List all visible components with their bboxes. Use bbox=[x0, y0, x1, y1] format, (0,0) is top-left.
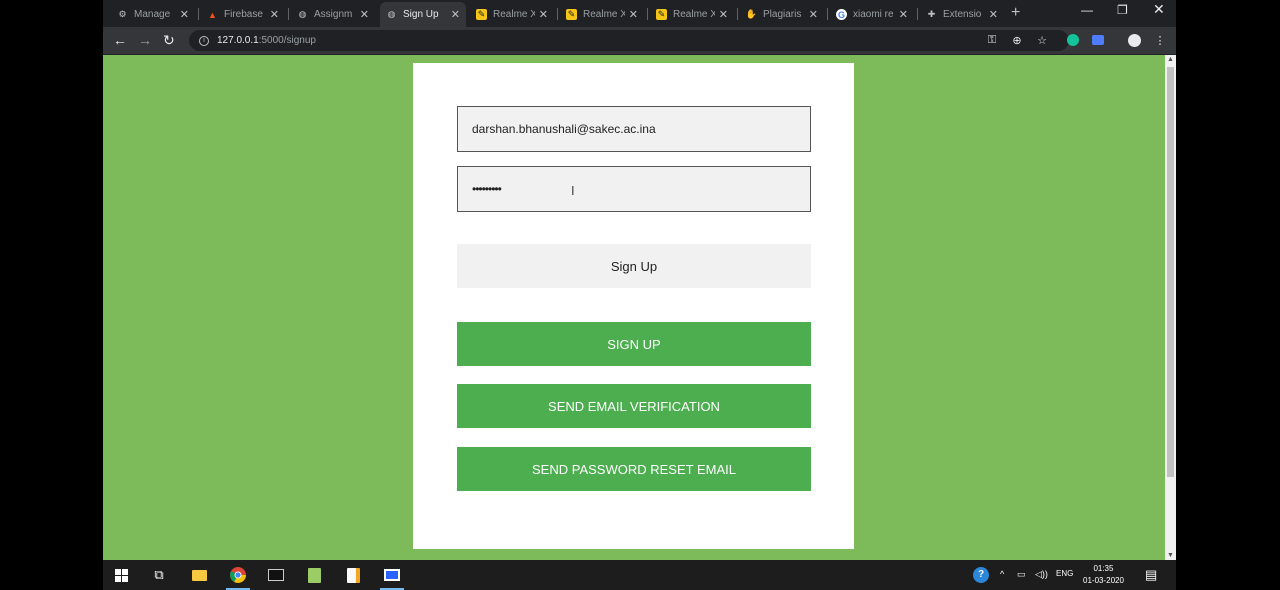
browser-toolbar: ← → ↻ i 127.0.0.1 :5000/signup ⚿ ⊕ ☆ ⋮ bbox=[103, 27, 1176, 54]
tab-divider bbox=[557, 8, 558, 20]
signup-card: I Sign Up SIGN UP SEND EMAIL VERIFICATIO… bbox=[413, 63, 854, 549]
close-icon[interactable]: ✕ bbox=[899, 8, 908, 21]
globe-icon: ◍ bbox=[387, 9, 396, 19]
globe-icon: ◍ bbox=[298, 9, 307, 19]
tab-manage[interactable]: ⚙ Manage ✕ bbox=[111, 2, 195, 27]
browser-window: ⚙ Manage ✕ ▲ Firebase ✕ ◍ Assignm ✕ ◍ Si… bbox=[103, 0, 1176, 590]
tab-label: xiaomi re bbox=[853, 9, 894, 20]
tab-strip: ⚙ Manage ✕ ▲ Firebase ✕ ◍ Assignm ✕ ◍ Si… bbox=[103, 0, 1176, 27]
key-icon[interactable]: ⚿ bbox=[985, 33, 999, 47]
zoom-icon[interactable]: ⊕ bbox=[1010, 33, 1024, 47]
scroll-up-icon[interactable]: ▲ bbox=[1167, 56, 1174, 63]
tab-realme-2[interactable]: ✎ Realme X ✕ bbox=[560, 2, 644, 27]
menu-icon[interactable]: ⋮ bbox=[1153, 33, 1167, 47]
text-cursor-icon: I bbox=[571, 183, 575, 198]
url-path: :5000/signup bbox=[258, 35, 316, 46]
google-icon: G bbox=[836, 9, 847, 20]
tab-label: Manage bbox=[134, 9, 171, 20]
realme-icon: ✎ bbox=[566, 9, 577, 20]
sign-up-button[interactable]: SIGN UP bbox=[457, 322, 811, 366]
file-explorer-icon[interactable] bbox=[183, 564, 215, 586]
taskbar-clock[interactable]: 01:35 01-03-2020 bbox=[1083, 563, 1124, 587]
close-icon[interactable]: ✕ bbox=[451, 8, 460, 21]
tab-label: Realme X bbox=[583, 9, 625, 20]
puzzle-icon: ✚ bbox=[927, 9, 936, 19]
tab-divider bbox=[647, 8, 648, 20]
tab-label: Sign Up bbox=[403, 9, 439, 20]
close-window-icon[interactable]: ✕ bbox=[1153, 1, 1165, 18]
tab-divider bbox=[917, 8, 918, 20]
extension-green-icon[interactable] bbox=[1066, 33, 1080, 47]
tab-sign-up[interactable]: ◍ Sign Up ✕ bbox=[380, 2, 466, 27]
close-icon[interactable]: ✕ bbox=[180, 8, 189, 21]
tab-label: Plagiaris bbox=[763, 9, 802, 20]
restore-icon[interactable]: ❐ bbox=[1117, 3, 1128, 17]
realme-icon: ✎ bbox=[656, 9, 667, 20]
clock-date: 01-03-2020 bbox=[1083, 576, 1124, 585]
sign-up-plain-button[interactable]: Sign Up bbox=[457, 244, 811, 288]
gear-icon: ⚙ bbox=[118, 9, 127, 19]
send-email-verification-button[interactable]: SEND EMAIL VERIFICATION bbox=[457, 384, 811, 428]
notification-icon[interactable]: ▤ bbox=[1145, 567, 1157, 583]
chrome-icon[interactable] bbox=[222, 564, 254, 590]
tab-label: Assignm bbox=[314, 9, 353, 20]
notepad-plus-icon[interactable] bbox=[298, 564, 330, 586]
close-icon[interactable]: ✕ bbox=[360, 8, 369, 21]
tab-divider bbox=[288, 8, 289, 20]
scroll-down-icon[interactable]: ▼ bbox=[1167, 552, 1174, 559]
close-icon[interactable]: ✕ bbox=[989, 8, 998, 21]
vertical-scrollbar[interactable]: ▲ ▼ bbox=[1165, 55, 1176, 560]
help-icon[interactable]: ? bbox=[973, 567, 989, 583]
tab-extensions[interactable]: ✚ Extensio ✕ bbox=[920, 2, 1004, 27]
back-icon[interactable]: ← bbox=[113, 31, 127, 49]
url-host: 127.0.0.1 bbox=[217, 35, 259, 46]
editor-icon[interactable] bbox=[337, 564, 369, 586]
realme-icon: ✎ bbox=[476, 9, 487, 20]
tab-divider bbox=[198, 8, 199, 20]
tab-label: Realme X bbox=[673, 9, 715, 20]
tab-plagiarism[interactable]: ✋ Plagiaris ✕ bbox=[740, 2, 824, 27]
tab-label: Realme X bbox=[493, 9, 535, 20]
clock-time: 01:35 bbox=[1093, 564, 1114, 573]
tab-divider bbox=[827, 8, 828, 20]
tab-assignment[interactable]: ◍ Assignm ✕ bbox=[291, 2, 375, 27]
language-indicator[interactable]: ENG bbox=[1056, 569, 1073, 578]
close-icon[interactable]: ✕ bbox=[539, 8, 548, 21]
tab-xiaomi[interactable]: G xiaomi re ✕ bbox=[830, 2, 914, 27]
info-icon[interactable]: i bbox=[199, 35, 209, 46]
page-content: I Sign Up SIGN UP SEND EMAIL VERIFICATIO… bbox=[103, 55, 1165, 560]
battery-icon[interactable]: ▭ bbox=[1017, 569, 1026, 580]
star-icon[interactable]: ☆ bbox=[1035, 33, 1049, 47]
minimize-icon[interactable]: — bbox=[1081, 3, 1093, 17]
plagiarism-icon: ✋ bbox=[745, 9, 758, 19]
scroll-thumb[interactable] bbox=[1167, 67, 1174, 477]
tab-realme-1[interactable]: ✎ Realme X ✕ bbox=[470, 2, 554, 27]
volume-icon[interactable]: ◁)) bbox=[1035, 569, 1048, 580]
tab-realme-3[interactable]: ✎ Realme X ✕ bbox=[650, 2, 734, 27]
tab-label: Extensio bbox=[943, 9, 982, 20]
forward-icon[interactable]: → bbox=[138, 31, 152, 49]
email-field[interactable] bbox=[457, 106, 811, 152]
tray-chevron-icon[interactable]: ^ bbox=[1000, 569, 1004, 579]
reload-icon[interactable]: ↻ bbox=[163, 31, 175, 49]
windows-taskbar: ⧉ ? ^ ▭ ◁)) ENG 01:35 01-03-2020 ▤ bbox=[103, 560, 1176, 590]
close-icon[interactable]: ✕ bbox=[719, 8, 728, 21]
windows-start-icon[interactable] bbox=[105, 564, 137, 586]
send-password-reset-button[interactable]: SEND PASSWORD RESET EMAIL bbox=[457, 447, 811, 491]
tab-firebase[interactable]: ▲ Firebase ✕ bbox=[201, 2, 285, 27]
screen-recorder-icon[interactable] bbox=[376, 564, 408, 590]
task-view-icon[interactable]: ⧉ bbox=[143, 564, 175, 586]
tab-divider bbox=[737, 8, 738, 20]
terminal-icon[interactable] bbox=[260, 564, 292, 586]
firebase-icon: ▲ bbox=[208, 9, 217, 20]
address-bar[interactable]: i 127.0.0.1 :5000/signup bbox=[189, 30, 1069, 51]
tab-label: Firebase bbox=[224, 9, 263, 20]
close-icon[interactable]: ✕ bbox=[270, 8, 279, 21]
new-tab-button[interactable]: + bbox=[1011, 4, 1020, 22]
close-icon[interactable]: ✕ bbox=[629, 8, 638, 21]
extension-blue-icon[interactable] bbox=[1091, 33, 1105, 47]
close-icon[interactable]: ✕ bbox=[809, 8, 818, 21]
profile-icon[interactable] bbox=[1127, 33, 1141, 47]
password-field[interactable] bbox=[457, 166, 811, 212]
